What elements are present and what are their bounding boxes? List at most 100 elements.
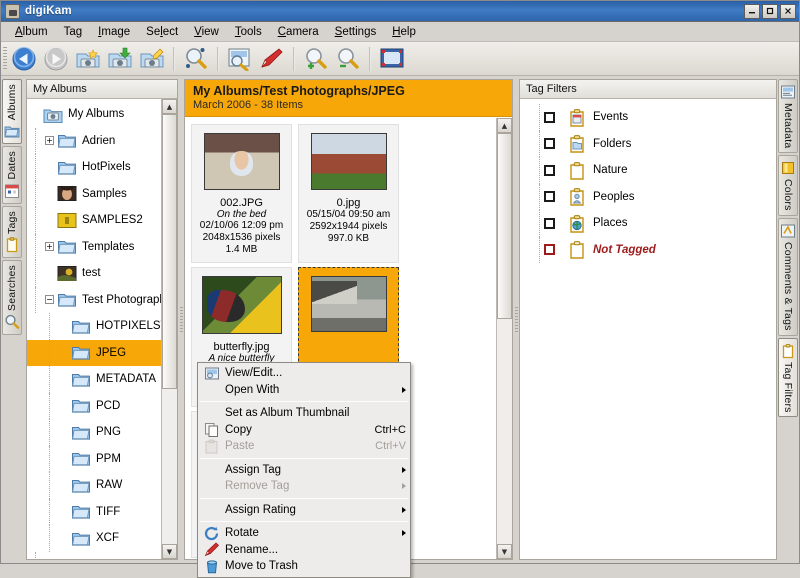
tag-filter-list[interactable]: Events FoldersNaturePeoplesPlacesNot Tagg…	[520, 99, 776, 559]
scroll-down-button[interactable]: ▼	[162, 544, 177, 559]
album-tree-item-raw[interactable]: RAW	[27, 472, 161, 499]
album-tree-item-png[interactable]: PNG	[27, 419, 161, 446]
pencil-icon	[204, 542, 220, 557]
menu-item-rotate[interactable]: Rotate	[198, 525, 410, 542]
back-button[interactable]	[9, 45, 39, 73]
album-tree-item-hotpixelstock[interactable]: HOTPIXELSTOCK	[27, 313, 161, 340]
zoom-out-button[interactable]	[333, 45, 363, 73]
slideshow-button[interactable]	[377, 45, 407, 73]
zoom-in-button[interactable]	[301, 45, 331, 73]
scroll-thumb[interactable]	[497, 133, 512, 319]
thumbnail-item[interactable]: 0.jpg05/15/04 09:50 am2592x1944 pixels99…	[298, 124, 399, 263]
rename-button[interactable]	[257, 45, 287, 73]
menu-image[interactable]: Image	[90, 24, 138, 40]
menu-select[interactable]: Select	[138, 24, 186, 40]
tab-searches[interactable]: Searches	[2, 260, 22, 335]
expand-icon[interactable]: +	[45, 242, 54, 251]
album-tree-item-samples[interactable]: Samples	[27, 181, 161, 208]
thumbnail-image[interactable]	[311, 276, 387, 332]
collapse-icon[interactable]: −	[45, 295, 54, 304]
scroll-track[interactable]	[162, 114, 177, 544]
edit-album-button[interactable]	[137, 45, 167, 73]
tag-filter-row[interactable]: Events	[530, 104, 776, 131]
tag-filter-checkbox[interactable]	[544, 165, 555, 176]
album-tree-scrollbar[interactable]: ▲ ▼	[161, 99, 177, 559]
tag-filter-row[interactable]: Nature	[530, 157, 776, 184]
album-tree-item-tiff[interactable]: TIFF	[27, 499, 161, 526]
menu-item-rename[interactable]: Rename...	[198, 542, 410, 559]
tag-filter-row[interactable]: Places	[530, 210, 776, 237]
menu-item-open-with[interactable]: Open With	[198, 382, 410, 399]
import-album-button[interactable]	[105, 45, 135, 73]
menu-album[interactable]: Album	[7, 24, 56, 40]
tag-filter-checkbox[interactable]	[544, 112, 555, 123]
tab-colors[interactable]: Colors	[778, 155, 798, 216]
album-tree-item-pcd[interactable]: PCD	[27, 393, 161, 420]
tab-dates[interactable]: Dates	[2, 146, 22, 203]
menu-item-view-edit[interactable]: View/Edit...	[198, 365, 410, 382]
tag-filter-checkbox[interactable]	[544, 244, 555, 255]
tag-filter-checkbox[interactable]	[544, 138, 555, 149]
menu-item-assign-rating[interactable]: Assign Rating	[198, 502, 410, 519]
album-tree-item-xcf[interactable]: XCF	[27, 525, 161, 552]
tab-tags[interactable]: Tags	[2, 206, 22, 258]
new-album-button[interactable]	[73, 45, 103, 73]
menu-settings[interactable]: Settings	[327, 24, 385, 40]
album-tree-item-templates[interactable]: +Templates	[27, 234, 161, 261]
album-tree-item-test[interactable]: test	[27, 260, 161, 287]
album-tree-item-adrien[interactable]: +Adrien	[27, 128, 161, 155]
menu-item-set-as-album-thumbnail[interactable]: Set as Album Thumbnail	[198, 405, 410, 422]
scroll-thumb[interactable]	[162, 114, 177, 389]
icon-view-scrollbar[interactable]: ▲ ▼	[496, 118, 512, 559]
tag-filter-row[interactable]: Folders	[530, 131, 776, 158]
scroll-up-button[interactable]: ▲	[497, 118, 512, 133]
album-tree-item-samples2[interactable]: SAMPLES2	[27, 207, 161, 234]
scroll-up-button[interactable]: ▲	[162, 99, 177, 114]
main-toolbar	[1, 42, 799, 76]
tab-albums[interactable]: Albums	[2, 79, 22, 144]
album-tree-item-label: TIFF	[96, 506, 120, 518]
tag-filter-label: Events	[593, 111, 628, 123]
album-tree-item-ppm[interactable]: PPM	[27, 446, 161, 473]
album-tree-item-test-photographs[interactable]: −Test Photographs	[27, 287, 161, 314]
tree-guide	[539, 104, 540, 131]
album-tree-item-todo[interactable]: −TODO	[27, 552, 161, 560]
menu-help[interactable]: Help	[384, 24, 424, 40]
tag-filter-checkbox[interactable]	[544, 218, 555, 229]
thumbnail-item[interactable]: 002.JPGOn the bed02/10/06 12:09 pm2048x1…	[191, 124, 292, 263]
close-button[interactable]	[780, 4, 796, 19]
image-editor-button[interactable]	[225, 45, 255, 73]
context-menu[interactable]: View/Edit...Open With Set as Album Thumbn…	[197, 362, 411, 578]
album-tree-item-label: JPEG	[96, 347, 126, 359]
menu-view[interactable]: View	[186, 24, 227, 40]
menu-item-assign-tag[interactable]: Assign Tag	[198, 462, 410, 479]
album-tree-item-jpeg[interactable]: JPEG	[27, 340, 161, 367]
minimize-button[interactable]	[744, 4, 760, 19]
tag-filter-row[interactable]: Not Tagged	[530, 237, 776, 264]
album-tree-item-label: Samples	[82, 188, 127, 200]
album-tree-item-hotpixels[interactable]: HotPixels	[27, 154, 161, 181]
expand-icon[interactable]: +	[45, 136, 54, 145]
thumbnail-image[interactable]	[204, 133, 280, 190]
search-button[interactable]	[181, 45, 211, 73]
tab-comments-tags[interactable]: Comments & Tags	[778, 218, 798, 336]
album-tree-item-my-albums[interactable]: My Albums	[27, 101, 161, 128]
menu-item-move-to-trash[interactable]: Move to Trash	[198, 558, 410, 575]
menu-item-copy[interactable]: CopyCtrl+C	[198, 422, 410, 439]
tag-filter-checkbox[interactable]	[544, 191, 555, 202]
menu-tools[interactable]: Tools	[227, 24, 270, 40]
thumbnail-image[interactable]	[311, 133, 387, 190]
tab-metadata[interactable]: Metadata	[778, 79, 798, 153]
tag-filter-row[interactable]: Peoples	[530, 184, 776, 211]
menu-tag[interactable]: Tag	[56, 24, 91, 40]
menu-camera[interactable]: Camera	[270, 24, 327, 40]
album-tree[interactable]: My Albums+AdrienHotPixels Samples SAMPLES2…	[27, 99, 161, 559]
tab-tag-filters[interactable]: Tag Filters	[778, 338, 798, 418]
menu-item-remove-tag: Remove Tag	[198, 478, 410, 495]
scroll-track[interactable]	[497, 133, 512, 544]
maximize-button[interactable]	[762, 4, 778, 19]
scroll-down-button[interactable]: ▼	[497, 544, 512, 559]
thumbnail-image[interactable]	[202, 276, 282, 334]
forward-button[interactable]	[41, 45, 71, 73]
album-tree-item-metadata[interactable]: METADATA	[27, 366, 161, 393]
